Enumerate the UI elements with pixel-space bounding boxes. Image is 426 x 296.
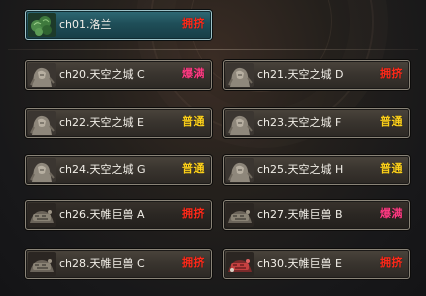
channel-ch23[interactable]: ch23.天空之城 F 普通 — [223, 108, 410, 138]
statue-icon — [226, 158, 254, 182]
beast-icon — [28, 203, 56, 227]
channel-status: 爆满 — [380, 207, 403, 220]
channel-name: ch30.天帷巨兽 E — [257, 257, 342, 270]
channel-name: ch28.天帷巨兽 C — [59, 257, 145, 270]
channel-status: 普通 — [182, 162, 205, 175]
channel-status: 普通 — [380, 115, 403, 128]
channel-ch01[interactable]: ch01.洛兰 拥挤 — [25, 10, 212, 40]
channel-status: 普通 — [380, 162, 403, 175]
channel-name: ch22.天空之城 E — [59, 116, 144, 129]
channel-status: 拥挤 — [182, 207, 205, 220]
channel-status: 拥挤 — [380, 256, 403, 269]
statue-icon — [226, 111, 254, 135]
beast-icon — [226, 203, 254, 227]
channel-ch20[interactable]: ch20.天空之城 C 爆满 — [25, 60, 212, 90]
channel-ch26[interactable]: ch26.天帷巨兽 A 拥挤 — [25, 200, 212, 230]
channel-status: 拥挤 — [182, 17, 205, 30]
channel-name: ch27.天帷巨兽 B — [257, 208, 343, 221]
beast-icon — [28, 252, 56, 276]
channel-name: ch25.天空之城 H — [257, 163, 344, 176]
channel-status: 拥挤 — [380, 67, 403, 80]
statue-icon — [28, 158, 56, 182]
channel-name: ch24.天空之城 G — [59, 163, 146, 176]
channel-ch25[interactable]: ch25.天空之城 H 普通 — [223, 155, 410, 185]
channel-ch21[interactable]: ch21.天空之城 D 拥挤 — [223, 60, 410, 90]
channel-status: 普通 — [182, 115, 205, 128]
channel-ch30[interactable]: ch30.天帷巨兽 E 拥挤 — [223, 249, 410, 279]
channel-status: 爆满 — [182, 67, 205, 80]
channel-name: ch20.天空之城 C — [59, 68, 145, 81]
statue-icon — [28, 63, 56, 87]
channel-name: ch01.洛兰 — [59, 18, 112, 31]
channel-ch27[interactable]: ch27.天帷巨兽 B 爆满 — [223, 200, 410, 230]
channel-name: ch23.天空之城 F — [257, 116, 342, 129]
section-divider — [8, 49, 418, 50]
channel-ch28[interactable]: ch28.天帷巨兽 C 拥挤 — [25, 249, 212, 279]
channel-status: 拥挤 — [182, 256, 205, 269]
beast-red-icon — [226, 252, 254, 276]
statue-icon — [28, 111, 56, 135]
channel-ch24[interactable]: ch24.天空之城 G 普通 — [25, 155, 212, 185]
statue-icon — [226, 63, 254, 87]
channel-ch22[interactable]: ch22.天空之城 E 普通 — [25, 108, 212, 138]
channel-name: ch21.天空之城 D — [257, 68, 344, 81]
channel-name: ch26.天帷巨兽 A — [59, 208, 145, 221]
leaf-icon — [28, 13, 56, 37]
